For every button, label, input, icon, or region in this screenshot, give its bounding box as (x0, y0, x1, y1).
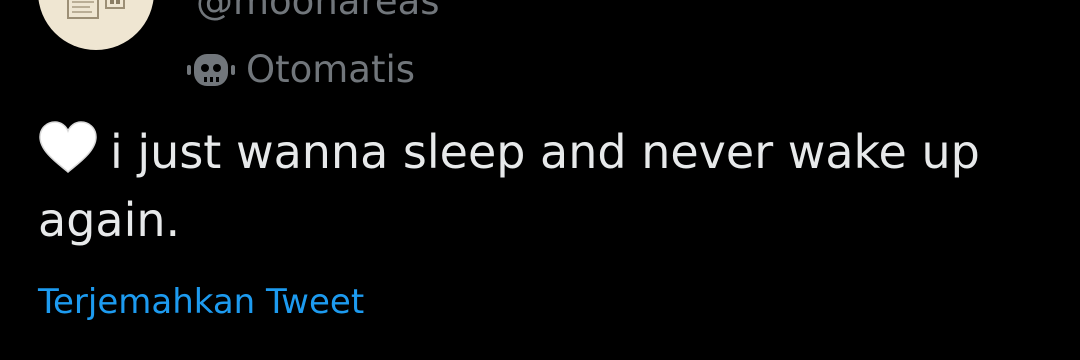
avatar[interactable] (38, 0, 154, 50)
automated-label: Otomatis (246, 48, 416, 91)
automated-account-badge[interactable]: Otomatis (186, 48, 415, 92)
robot-icon (187, 54, 235, 86)
avatar-doodle-icon (67, 0, 125, 19)
user-handle[interactable]: @moonareas (196, 0, 440, 24)
tweet-text: i just wanna sleep and never wake up aga… (38, 125, 980, 247)
white-heart-icon (39, 121, 97, 173)
translate-tweet-link[interactable]: Terjemahkan Tweet (38, 280, 364, 324)
tweet-text-block: i just wanna sleep and never wake up aga… (38, 118, 1048, 254)
